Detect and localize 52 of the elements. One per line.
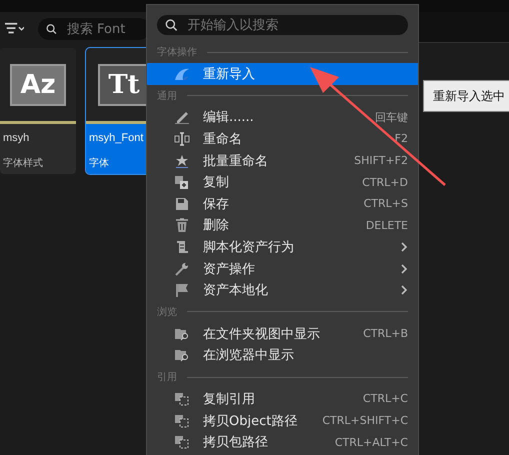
asset-type: 字体样式: [2, 156, 44, 171]
asset-name: msyh_Font: [88, 131, 144, 146]
tooltip: 重新导入选中: [423, 80, 509, 112]
shortcut-text: CTRL+C: [362, 392, 408, 406]
shortcut-text: CTRL+SHIFT+C: [322, 414, 408, 428]
menu-item[interactable]: 拷贝包路径 CTRL+ALT+C: [147, 431, 418, 453]
menu-item[interactable]: 脚本化资产行为: [147, 236, 418, 258]
search-field[interactable]: 开始输入以搜索: [186, 16, 400, 34]
menu-item[interactable]: 删除 DELETE: [147, 214, 418, 236]
menu-item[interactable]: 复制引用 CTRL+C: [147, 388, 418, 410]
search-field[interactable]: 搜索 Font: [64, 20, 142, 38]
shortcut-text: CTRL+ALT+C: [334, 436, 408, 449]
section-heading: 引用: [157, 371, 177, 384]
flag-icon: [174, 283, 190, 298]
font-thumbnail: Az: [10, 64, 66, 106]
shortcut-text: 回车键: [375, 110, 408, 125]
asset-type: 字体: [88, 156, 110, 171]
shortcut-text: CTRL+B: [363, 327, 408, 340]
reference-icon: [174, 435, 190, 450]
wrench-icon: [174, 262, 190, 276]
menu-item[interactable]: 拷贝Object路径 CTRL+SHIFT+C: [147, 410, 418, 432]
menu-item[interactable]: 在文件夹视图中显示 CTRL+B: [147, 322, 418, 345]
scroll-icon: [174, 240, 190, 254]
shortcut-text: F2: [394, 132, 408, 146]
menu-item[interactable]: 资产本地化: [147, 279, 418, 301]
floppy-icon: [174, 196, 190, 211]
menu-item[interactable]: 重新导入: [147, 63, 418, 85]
menu-item[interactable]: 复制 CTRL+D: [147, 171, 418, 193]
reference-icon: [174, 392, 190, 406]
asset-tile[interactable]: Az msyh 字体样式: [0, 48, 76, 174]
reference-icon: [174, 414, 190, 428]
menu-item[interactable]: 在浏览器中显示: [147, 344, 418, 366]
search-icon: [46, 22, 57, 36]
asset-name: msyh: [2, 131, 30, 146]
search-field[interactable]: 开始输入以搜索: [157, 15, 408, 35]
filter-icon[interactable]: [5, 22, 24, 36]
shortcut-text: CTRL+D: [362, 176, 408, 189]
shortcut-text: CTRL+S: [364, 197, 408, 210]
folder-search-icon: [174, 326, 190, 341]
duplicate-icon: [174, 175, 190, 190]
shortcut-text: SHIFT+F2: [354, 154, 408, 168]
shortcut-text: DELETE: [366, 218, 408, 232]
pencil-icon: [174, 110, 190, 124]
menu-item[interactable]: 资产操作: [147, 258, 418, 280]
folder-search-icon: [174, 348, 190, 362]
wave-icon: [174, 66, 190, 81]
section-heading: 浏览: [157, 306, 177, 319]
trash-icon: [174, 218, 190, 232]
search-icon: [165, 18, 178, 32]
star-icon: [174, 154, 190, 168]
menu-item[interactable]: 保存 CTRL+S: [147, 192, 418, 215]
rename-icon: [174, 132, 190, 146]
